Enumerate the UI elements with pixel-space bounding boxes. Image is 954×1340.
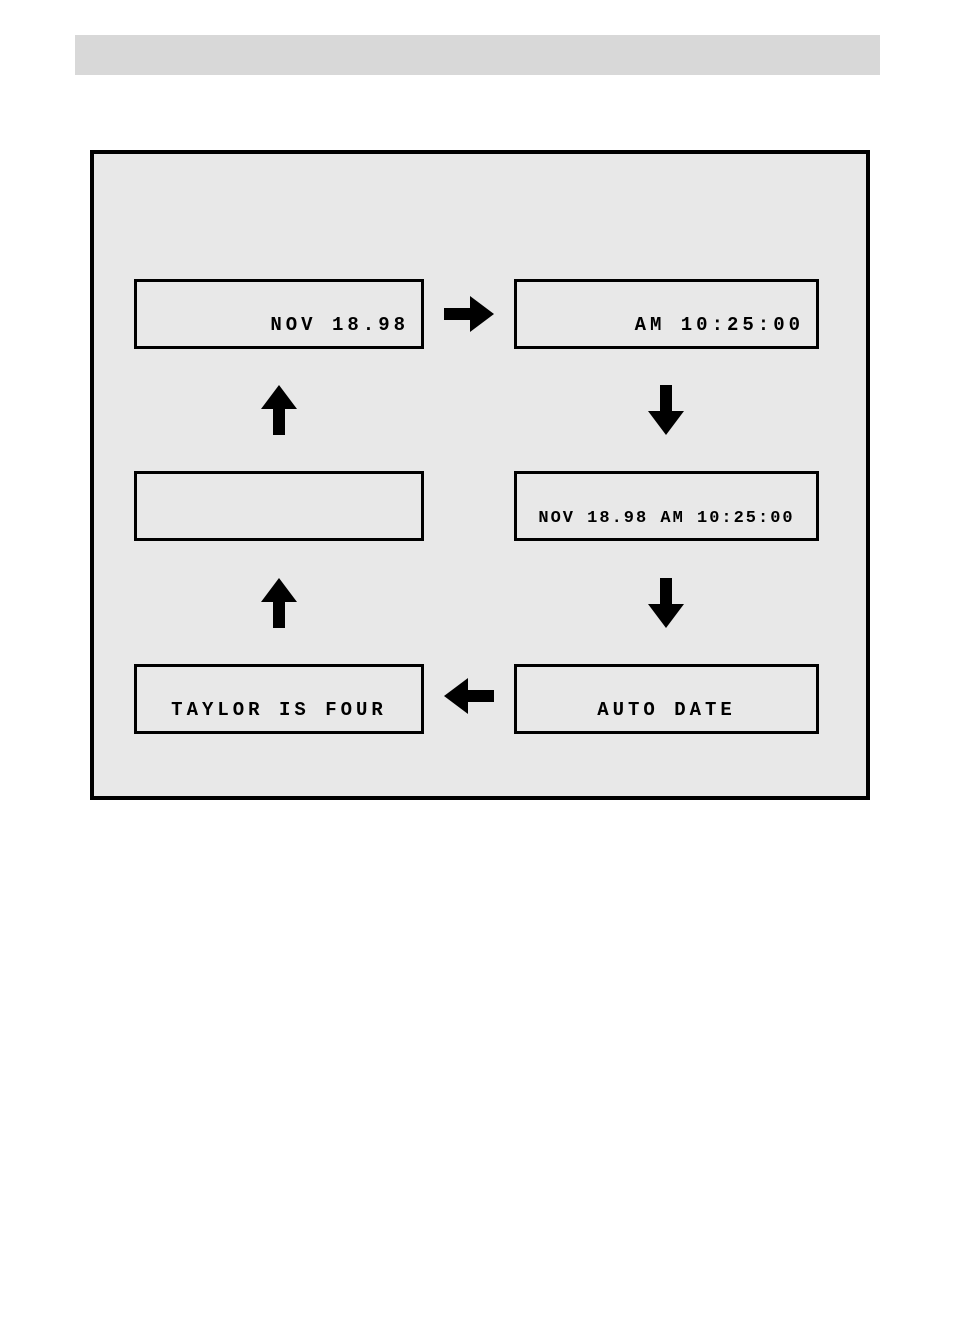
screen-datetime: NOV 18.98 AM 10:25:00 [514,471,819,541]
screen-title-label: TAYLOR IS FOUR [149,699,409,721]
screen-autodate: AUTO DATE [514,664,819,734]
arrow-down-icon [644,379,688,441]
screen-date: NOV 18.98 [134,279,424,349]
screen-time: AM 10:25:00 [514,279,819,349]
screen-time-label: AM 10:25:00 [635,314,804,336]
arrow-up-icon [257,379,301,441]
arrow-left-icon [438,674,500,718]
screen-blank [134,471,424,541]
screen-datetime-label: NOV 18.98 AM 10:25:00 [538,509,794,528]
arrow-down-icon-2 [644,572,688,634]
arrow-right-icon [438,292,500,336]
screen-autodate-label: AUTO DATE [529,699,804,721]
diagram-container: NOV 18.98 AM 10:25:00 NOV 18.98 AM 10:25… [90,150,870,800]
arrow-up-icon-2 [257,572,301,634]
screen-date-label: NOV 18.98 [270,314,409,336]
screen-title: TAYLOR IS FOUR [134,664,424,734]
header-bar [75,35,880,75]
